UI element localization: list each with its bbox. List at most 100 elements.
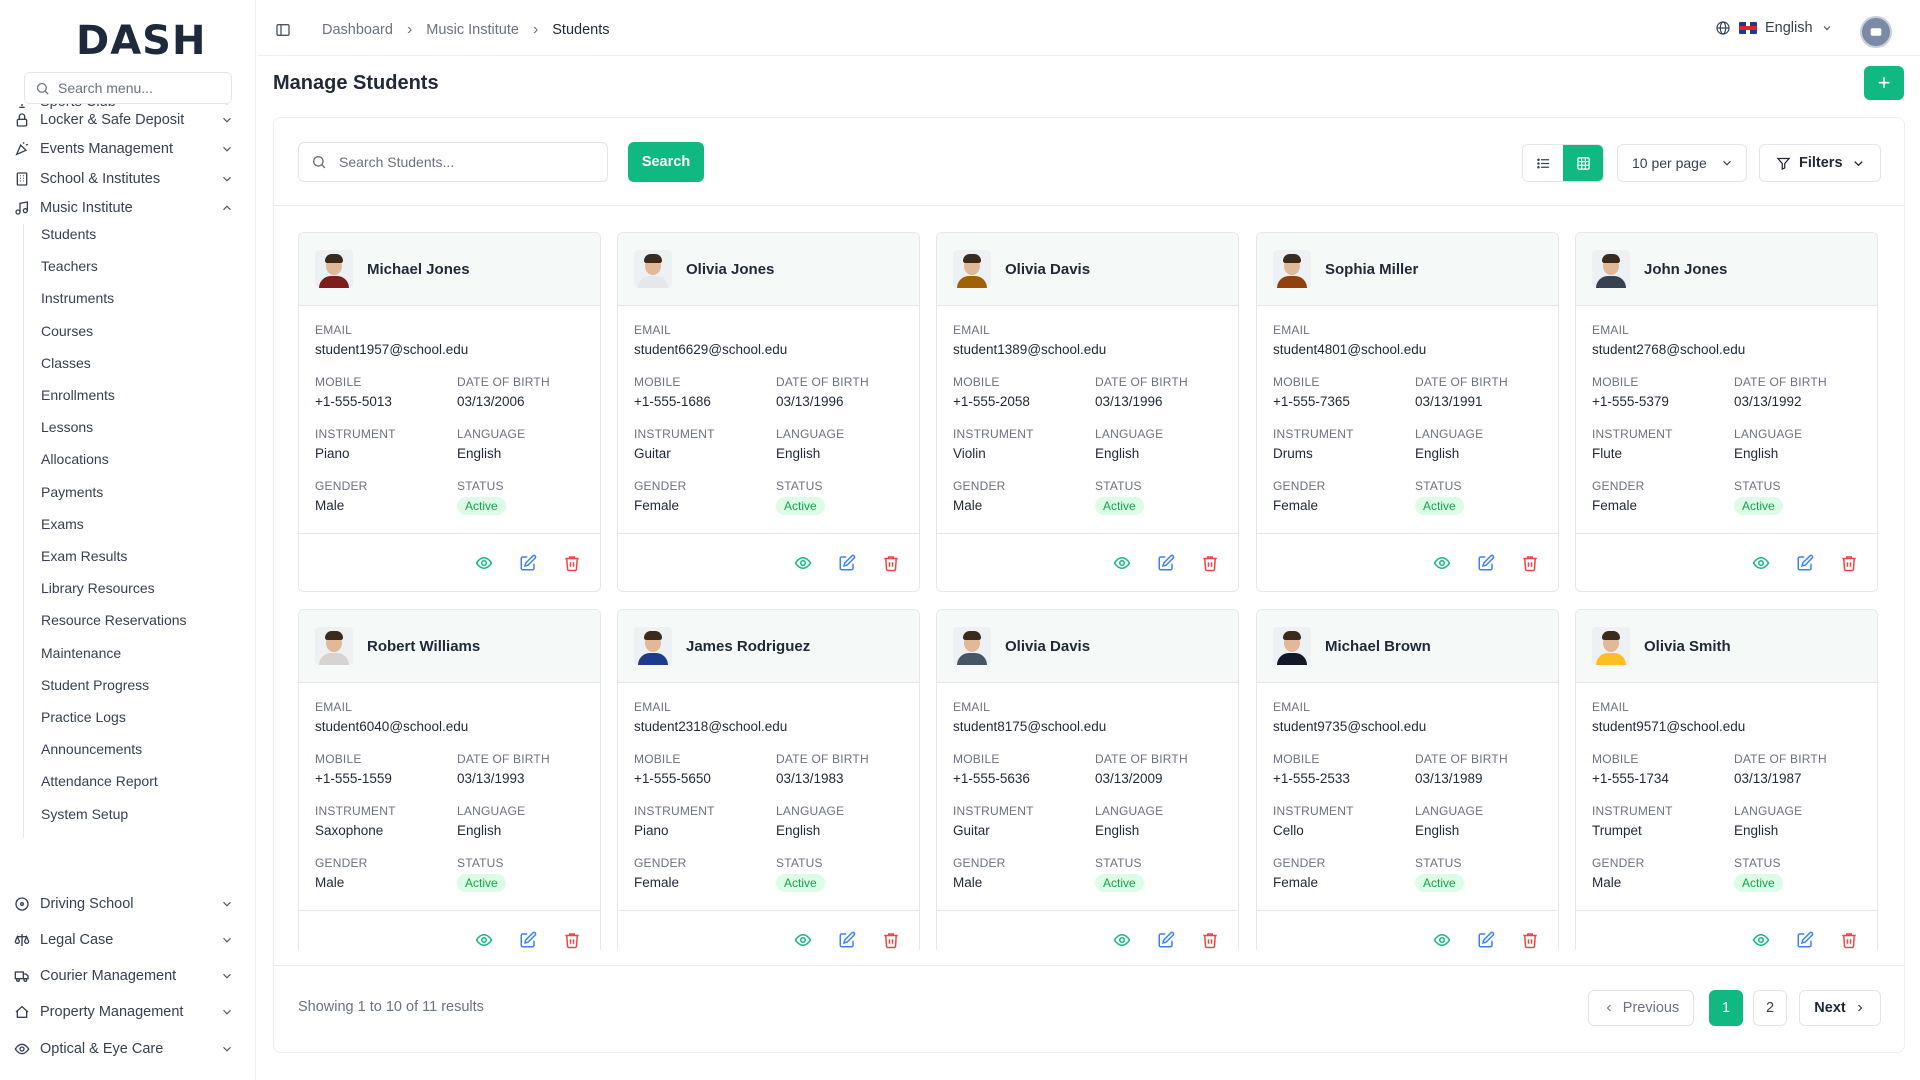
view-icon[interactable]: [794, 554, 812, 572]
field-value: student1957@school.edu: [315, 342, 469, 357]
edit-icon[interactable]: [519, 554, 537, 572]
submenu-item-courses[interactable]: Courses: [41, 320, 93, 342]
edit-icon[interactable]: [1477, 931, 1495, 949]
field-value: 03/13/2006: [457, 394, 525, 409]
submenu-item-enrollments[interactable]: Enrollments: [41, 384, 115, 406]
language-selector[interactable]: English: [1715, 20, 1833, 36]
sidebar-item-property-management[interactable]: Property Management: [14, 998, 234, 1026]
menu-search-input[interactable]: Search menu...: [24, 72, 232, 104]
field-mobile: MOBILE +1-555-5379: [1592, 375, 1669, 409]
student-name: Michael Jones: [367, 260, 470, 278]
page-2-button[interactable]: 2: [1753, 990, 1787, 1026]
sidebar-toggle-icon[interactable]: [275, 22, 291, 38]
delete-icon[interactable]: [1521, 931, 1539, 949]
sidebar-item-music-institute[interactable]: Music Institute: [14, 194, 234, 222]
delete-icon[interactable]: [563, 554, 581, 572]
breadcrumb-music-institute[interactable]: Music Institute: [426, 22, 519, 38]
view-icon[interactable]: [794, 931, 812, 949]
student-name: Sophia Miller: [1325, 260, 1419, 278]
submenu-item-student-progress[interactable]: Student Progress: [41, 674, 149, 696]
field-gender: GENDER Male: [315, 856, 368, 890]
submenu-item-teachers[interactable]: Teachers: [41, 255, 98, 277]
globe-icon: [1716, 21, 1730, 35]
edit-icon[interactable]: [838, 554, 856, 572]
submenu-item-resource-reservations[interactable]: Resource Reservations: [41, 609, 187, 631]
field-gender: GENDER Female: [634, 856, 687, 890]
submenu-item-instruments[interactable]: Instruments: [41, 287, 114, 309]
field-label: EMAIL: [315, 323, 353, 337]
submenu-item-attendance-report[interactable]: Attendance Report: [41, 770, 158, 792]
delete-icon[interactable]: [1201, 931, 1219, 949]
add-student-button[interactable]: +: [1864, 66, 1904, 100]
grid-view-button[interactable]: [1563, 145, 1603, 181]
submenu-item-exams[interactable]: Exams: [41, 513, 84, 535]
field-label: MOBILE: [315, 375, 362, 389]
edit-icon[interactable]: [1477, 554, 1495, 572]
field-instrument: INSTRUMENT Flute: [1592, 427, 1673, 461]
student-card-actions: [618, 533, 919, 591]
student-card: Sophia Miller EMAIL student4801@school.e…: [1256, 232, 1559, 592]
previous-page-button[interactable]: Previous: [1588, 990, 1694, 1026]
user-avatar[interactable]: [1860, 16, 1892, 48]
delete-icon[interactable]: [882, 554, 900, 572]
sidebar-item-optical-eye-care[interactable]: Optical & Eye Care: [14, 1035, 234, 1063]
submenu-item-lessons[interactable]: Lessons: [41, 416, 93, 438]
delete-icon[interactable]: [882, 931, 900, 949]
sidebar-item-legal-case[interactable]: Legal Case: [14, 926, 234, 954]
submenu-item-exam-results[interactable]: Exam Results: [41, 545, 127, 567]
field-status: STATUS Active: [1734, 856, 1783, 892]
view-icon[interactable]: [475, 931, 493, 949]
delete-icon[interactable]: [1201, 554, 1219, 572]
submenu-item-students[interactable]: Students: [41, 223, 96, 245]
submenu-item-allocations[interactable]: Allocations: [41, 448, 109, 470]
field-value: student9735@school.edu: [1273, 719, 1427, 734]
chevron-down-icon: [1854, 160, 1863, 166]
edit-icon[interactable]: [1796, 931, 1814, 949]
view-icon[interactable]: [1113, 931, 1131, 949]
view-icon[interactable]: [1433, 931, 1451, 949]
view-icon[interactable]: [1752, 931, 1770, 949]
field-email: EMAIL student2768@school.edu: [1592, 323, 1867, 357]
field-label: STATUS: [1734, 856, 1781, 870]
sidebar-item-courier-management[interactable]: Courier Management: [14, 962, 234, 990]
view-icon[interactable]: [1752, 554, 1770, 572]
filters-button[interactable]: Filters: [1759, 144, 1881, 182]
sidebar-item-driving-school[interactable]: Driving School: [14, 890, 234, 918]
submenu-item-maintenance[interactable]: Maintenance: [41, 642, 121, 664]
user-avatar-icon: [1870, 28, 1882, 36]
list-view-button[interactable]: [1523, 145, 1563, 181]
sidebar-item-school-institutes[interactable]: School & Institutes: [14, 165, 234, 193]
edit-icon[interactable]: [519, 931, 537, 949]
delete-icon[interactable]: [1840, 554, 1858, 572]
search-button[interactable]: Search: [628, 142, 704, 182]
field-email: EMAIL student9571@school.edu: [1592, 700, 1867, 734]
page-1-button[interactable]: 1: [1709, 990, 1743, 1026]
sidebar-item-locker-safe-deposit[interactable]: Locker & Safe Deposit: [14, 106, 234, 134]
field-value: Trumpet: [1592, 823, 1642, 838]
student-card-actions: [937, 910, 1238, 950]
field-instrument: INSTRUMENT Guitar: [634, 427, 715, 461]
submenu-item-system-setup[interactable]: System Setup: [41, 803, 128, 825]
edit-icon[interactable]: [838, 931, 856, 949]
submenu-item-library-resources[interactable]: Library Resources: [41, 577, 155, 599]
view-icon[interactable]: [1433, 554, 1451, 572]
submenu-item-practice-logs[interactable]: Practice Logs: [41, 706, 126, 728]
delete-icon[interactable]: [563, 931, 581, 949]
view-icon[interactable]: [1113, 554, 1131, 572]
chevron-right-icon: [1857, 1004, 1862, 1012]
edit-icon[interactable]: [1157, 554, 1175, 572]
breadcrumb-dashboard[interactable]: Dashboard: [322, 22, 393, 38]
next-page-button[interactable]: Next: [1799, 990, 1881, 1026]
delete-icon[interactable]: [1521, 554, 1539, 572]
submenu-item-payments[interactable]: Payments: [41, 481, 103, 503]
view-icon[interactable]: [475, 554, 493, 572]
sidebar-item-events-management[interactable]: Events Management: [14, 135, 234, 163]
submenu-item-classes[interactable]: Classes: [41, 352, 91, 374]
field-label: STATUS: [1415, 479, 1462, 493]
per-page-select[interactable]: 10 per page: [1617, 144, 1747, 182]
delete-icon[interactable]: [1840, 931, 1858, 949]
submenu-item-announcements[interactable]: Announcements: [41, 738, 142, 760]
search-students-input[interactable]: Search Students...: [298, 142, 608, 182]
edit-icon[interactable]: [1796, 554, 1814, 572]
edit-icon[interactable]: [1157, 931, 1175, 949]
